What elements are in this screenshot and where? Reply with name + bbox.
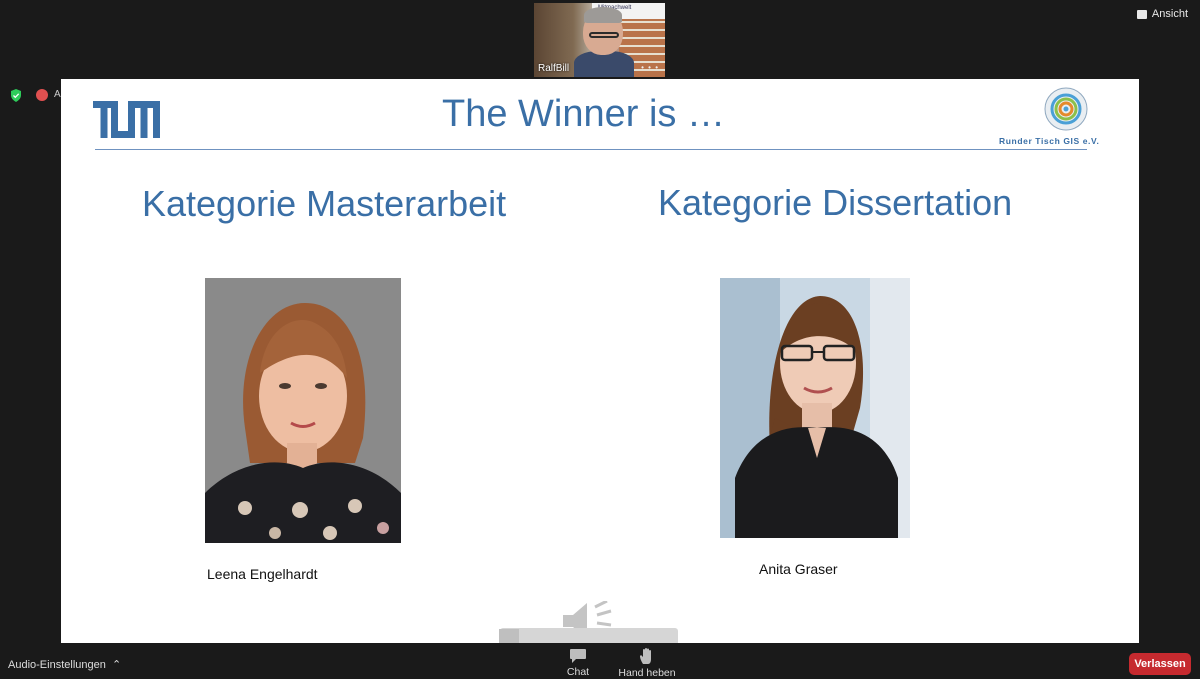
media-play-button[interactable]	[499, 629, 519, 643]
winner-photo-right	[720, 278, 910, 538]
hand-icon	[640, 648, 651, 664]
slide-title: The Winner is …	[442, 93, 725, 135]
runder-tisch-logo	[1044, 87, 1088, 131]
leave-button[interactable]: Verlassen	[1129, 653, 1191, 675]
winner-name-right: Anita Graser	[759, 561, 838, 577]
audio-settings-label: Audio-Einstellungen	[8, 659, 106, 671]
chat-label: Chat	[566, 666, 590, 678]
view-button[interactable]: Ansicht	[1136, 8, 1188, 20]
chat-icon	[570, 649, 586, 663]
winner-name-left: Leena Engelhardt	[207, 566, 318, 582]
chevron-up-icon: ⌃	[108, 659, 122, 671]
view-grid-icon	[1136, 9, 1147, 19]
category-dissertation-heading: Kategorie Dissertation	[658, 182, 1013, 223]
title-divider	[95, 149, 1087, 150]
chat-button[interactable]: Chat	[560, 648, 596, 678]
status-text: A	[54, 89, 61, 100]
view-label: Ansicht	[1151, 8, 1188, 20]
raise-hand-button[interactable]: Hand heben	[612, 648, 682, 679]
audio-settings-button[interactable]: Audio-Einstellungen ⌃	[8, 658, 121, 671]
winner-photo-left	[205, 278, 401, 543]
media-progress-bar[interactable]	[500, 628, 678, 643]
recording-icon[interactable]	[36, 89, 48, 101]
participant-name: RalfBill	[538, 63, 570, 74]
encryption-shield-icon[interactable]	[10, 89, 22, 102]
participant-video[interactable]: Mitmachwelt RalfBill • • •	[534, 3, 665, 77]
video-person-glasses	[589, 32, 619, 38]
raise-hand-label: Hand heben	[618, 667, 676, 679]
shared-screen-slide: The Winner is … Runder Tisch GIS e.V. Ka…	[61, 79, 1139, 643]
org-name: Runder Tisch GIS e.V.	[999, 136, 1100, 146]
video-person-hair	[584, 7, 622, 23]
category-master-heading: Kategorie Masterarbeit	[142, 183, 507, 224]
more-options-icon[interactable]: • • •	[641, 63, 659, 72]
